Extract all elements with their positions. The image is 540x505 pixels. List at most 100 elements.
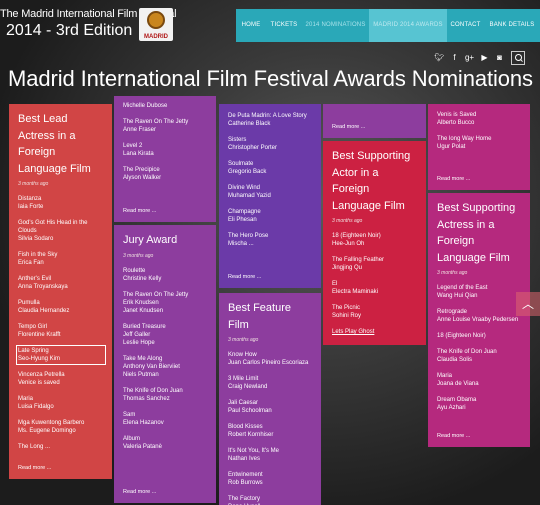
nominee-film: 18 (Eighteen Noir)	[437, 333, 486, 339]
nav-bank-details[interactable]: BANK DETAILS	[484, 9, 540, 42]
card-date: 3 months ago	[332, 218, 363, 224]
nav-contact[interactable]: CONTACT	[447, 9, 484, 42]
read-more-link[interactable]: Read more ...	[332, 124, 365, 130]
read-more-link[interactable]: Read more ...	[18, 465, 51, 471]
nominee-entry: The Hero Pose Mischa ...	[228, 232, 313, 248]
nominee-entry: Retrograde Anne Louise Vraaby Pedersen	[437, 308, 522, 324]
nominee-film: Pumulla	[18, 300, 40, 306]
card-lead-actress: Best Lead Actress in a Foreign Language …	[9, 104, 112, 479]
nominee-film: Blood Kisses	[228, 424, 263, 430]
read-more-link[interactable]: Read more ...	[123, 489, 156, 495]
twitter-icon[interactable]: 🐦︎	[432, 51, 447, 65]
card-col4-top: Read more ...	[323, 104, 426, 138]
nominee-film: Buried Treasure	[123, 323, 166, 330]
card-title[interactable]: Best Lead Actress in a Foreign Language …	[18, 111, 104, 177]
nominee-film: The Knife of Don Juan	[437, 349, 497, 355]
nominee-entry: Entwinement Rob Burrows	[228, 471, 313, 487]
camera-icon	[147, 11, 165, 29]
nominee-film: Level 2	[123, 143, 143, 149]
read-more-link[interactable]: Read more ...	[228, 274, 261, 280]
nominee-list: Michelle Dubose The Raven On The Jetty Ann…	[123, 102, 208, 182]
nominee-entry: Sisters Christopher Porter	[228, 136, 313, 152]
nominee-person: Claudia Solis	[437, 357, 473, 363]
nav-tickets[interactable]: TICKETS	[266, 9, 302, 42]
card-col2-top: Michelle Dubose The Raven On The Jetty Ann…	[114, 96, 216, 222]
read-more-link[interactable]: Read more ...	[437, 433, 470, 439]
read-more-link[interactable]: Read more ...	[123, 208, 156, 214]
nominee-film: Jali Caesar	[228, 400, 259, 406]
nominee-film: Sam	[123, 411, 136, 418]
nominee-entry: Album Valeria Patanè	[123, 435, 208, 451]
nav-awards[interactable]: MADRID 2014 AWARDS	[369, 9, 447, 42]
nominee-person: Electra Maminaki	[332, 289, 379, 295]
scroll-to-top-button[interactable]: ︿	[516, 292, 540, 316]
nominee-person: Ugur Polat	[437, 144, 466, 150]
nav-home[interactable]: HOME	[236, 9, 266, 42]
nominee-entry: Michelle Dubose	[123, 102, 208, 110]
nominee-entry: Anther's Evil Anna Troyanskaya	[18, 275, 104, 291]
nominee-entry: Jali Caesar Paul Schoolman	[228, 399, 313, 415]
festival-logo[interactable]: MADRID	[139, 8, 173, 41]
nominee-film: The Long ...	[18, 444, 51, 450]
nominee-person: Hee-Jun Oh	[332, 241, 365, 247]
search-button[interactable]	[511, 51, 525, 65]
nominee-entry: Soulmate Gregorio Back	[228, 160, 313, 176]
nominee-film: Maria	[437, 373, 453, 379]
site-title-line2[interactable]: 2014 - 3rd Edition	[6, 22, 132, 40]
card-title[interactable]: Jury Award	[123, 232, 208, 249]
nominee-film: The Knife of Don Juan	[123, 387, 183, 394]
main-nav: HOME TICKETS 2014 NOMINATIONS MADRID 201…	[236, 9, 540, 42]
nominee-entry: Mga Kuwentong Barbero Ms. Eugene Domingo	[18, 419, 104, 435]
nominee-person: Alyson Walker	[123, 175, 162, 181]
nominee-person: Ms. Eugene Domingo	[18, 428, 76, 434]
nominee-film: The Picnic	[332, 305, 361, 311]
nominee-film: 18 (Eighteen Noir)	[332, 233, 381, 239]
nominee-person: Christine Kelly	[123, 275, 162, 282]
nominee-person: Muhamad Yazid	[228, 193, 271, 199]
nominee-person: Joana de Viana	[437, 381, 479, 387]
nominee-entry: Distanza Iaia Forte	[18, 195, 104, 211]
nominee-entry: Tempo Girl Florentine Krafft	[18, 323, 104, 339]
nominee-film: Michelle Dubose	[123, 103, 168, 109]
facebook-icon[interactable]: f	[447, 51, 462, 65]
nominee-film: God's Got His Head in the Clouds	[18, 220, 88, 234]
nominee-film: Retrograde	[437, 309, 468, 315]
google-plus-icon[interactable]: g+	[462, 51, 477, 65]
nominee-person: Jingjing Qu	[332, 265, 363, 271]
nominee-film: Take Me Along	[123, 355, 163, 362]
nominee-person: Ayu Azhari	[437, 405, 466, 411]
nominee-entry: The Raven On The Jetty Erik Knudsen Janet …	[123, 291, 208, 315]
nominee-person: Thomas Sanchez	[123, 395, 170, 402]
card-title[interactable]: Best Feature Film	[228, 300, 313, 333]
nominee-person: Craig Newland	[228, 384, 268, 390]
card-col5-top: Venis is Saved Alberto Bucco The long Way …	[428, 104, 530, 190]
card-title[interactable]: Best Supporting Actor in a Foreign Langu…	[332, 148, 418, 214]
card-feature-film: Best Feature Film 3 months ago Know How J…	[219, 293, 321, 505]
read-more-link[interactable]: Read more ...	[437, 176, 470, 182]
nominee-film: Maria	[18, 396, 34, 402]
nominee-film: Entwinement	[228, 472, 263, 478]
nominee-person: Nathan Ives	[228, 456, 261, 462]
nominee-film: Mga Kuwentong Barbero	[18, 420, 85, 426]
youtube-icon[interactable]: ▶	[477, 51, 492, 65]
nominee-film: Champagne	[228, 209, 261, 215]
nominee-entry: Lets Play Ghost	[332, 328, 418, 336]
card-title[interactable]: Best Supporting Actress in a Foreign Lan…	[437, 200, 522, 266]
social-links: 🐦︎ f g+ ▶ ◙	[432, 51, 507, 65]
nominee-person: Leslie Hope	[123, 339, 155, 346]
nominee-film: The Precipice	[123, 167, 160, 173]
nominee-film: Soulmate	[228, 161, 254, 167]
instagram-icon[interactable]: ◙	[492, 51, 507, 65]
nav-nominations[interactable]: 2014 NOMINATIONS	[302, 9, 369, 42]
nominee-film[interactable]: Lets Play Ghost	[332, 328, 418, 336]
nominee-entry: Take Me Along Anthony Van Bierviiet Niels …	[123, 355, 208, 379]
nominee-person: Sohini Roy	[332, 313, 362, 319]
nominee-entry: Fish in the Sky Erica Fan	[18, 251, 104, 267]
nominee-film: De Puta Madrin: A Love Story	[228, 113, 307, 119]
nominee-person: Florentine Krafft	[18, 332, 61, 338]
card-date: 3 months ago	[437, 270, 468, 276]
nominee-person: Erik Knudsen	[123, 299, 159, 306]
nominee-entry: The FactoryDana Hysell	[228, 495, 313, 505]
nominee-list: Distanza Iaia Forte God's Got His Head in …	[16, 195, 106, 451]
nominee-person: Wang Hui Qian	[437, 293, 478, 299]
